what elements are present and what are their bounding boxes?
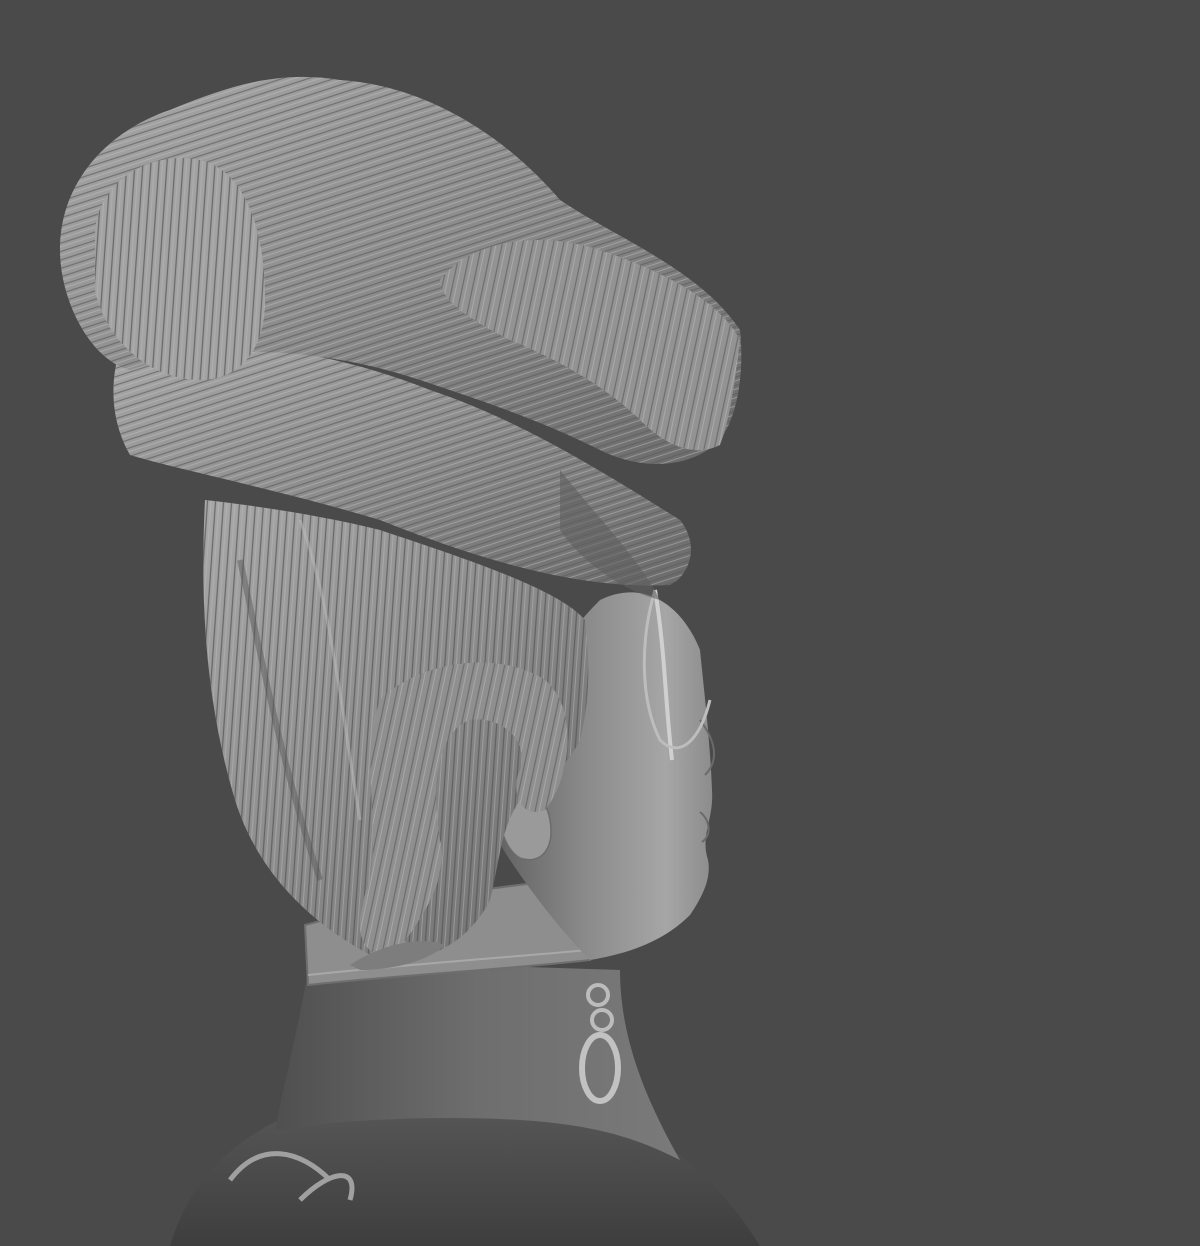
- sculpt-render: [60, 76, 760, 1246]
- render-viewport: [0, 0, 1200, 1246]
